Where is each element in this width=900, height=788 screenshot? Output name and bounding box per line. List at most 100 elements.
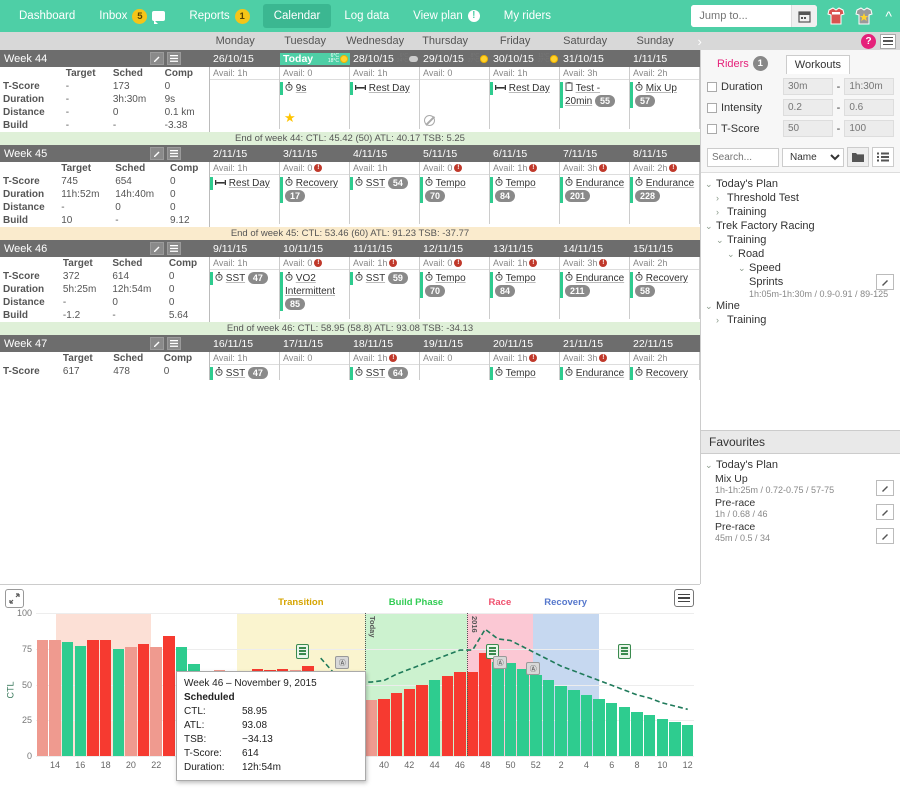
folder-view-button[interactable] [847, 147, 869, 167]
filter-checkbox[interactable] [707, 81, 717, 92]
chart-menu-icon[interactable] [674, 589, 694, 607]
nav-item-log-data[interactable]: Log data [333, 4, 400, 28]
day-cell[interactable]: Avail: 1h SST 47 [210, 257, 280, 319]
tree-node-sprints[interactable]: Sprints [701, 274, 900, 290]
chart-bar[interactable] [580, 694, 593, 756]
day-cell[interactable]: Avail: 0 [420, 352, 490, 380]
chevron-right-icon[interactable]: › [716, 207, 727, 217]
edit-icon[interactable] [876, 528, 894, 544]
date-cell[interactable]: 11/11/15 [350, 243, 420, 255]
nav-item-inbox[interactable]: Inbox 5 [88, 3, 176, 30]
week-notes-icon[interactable] [167, 52, 181, 65]
tree-node-threshold-test[interactable]: › Threshold Test [701, 191, 900, 205]
date-cell[interactable]: 6/11/15 [490, 148, 560, 160]
chart-bar[interactable] [656, 718, 669, 756]
chevron-down-icon[interactable]: ⌄ [738, 263, 749, 274]
day-cell[interactable]: Avail: 2h Recovery 58 [630, 352, 700, 380]
help-icon[interactable]: ? [861, 33, 876, 49]
day-cell[interactable]: Avail: 0 9s ★ [280, 67, 350, 129]
date-cell[interactable]: 12/11/15 [420, 243, 490, 255]
filter-min-input[interactable] [783, 99, 833, 116]
day-cell[interactable]: Avail: 0! Recovery 17 [280, 162, 350, 224]
day-cell[interactable]: Avail: 3h! Endurance 201 [560, 162, 630, 224]
date-cell[interactable]: 22/11/15 [630, 338, 700, 350]
day-cell[interactable]: Avail: 3h! Endurance 211 [560, 257, 630, 319]
chart-bar[interactable] [530, 674, 542, 756]
nav-item-calendar[interactable]: Calendar [262, 4, 332, 28]
favourite-item[interactable]: Mix Up 1h-1h:25m / 0.72-0.75 / 57-75 [701, 472, 900, 496]
filter-min-input[interactable] [783, 120, 833, 137]
chart-bar[interactable] [618, 707, 631, 756]
day-cell[interactable]: Avail: 1h Rest Day [350, 67, 420, 129]
chevron-right-icon[interactable]: › [716, 315, 727, 325]
chart-bar[interactable] [542, 680, 555, 756]
edit-icon[interactable] [876, 480, 894, 496]
chevron-down-icon[interactable]: ⌄ [705, 301, 716, 312]
day-cell[interactable]: Avail: 3h! Endurance [560, 352, 630, 380]
chart-race-icon[interactable]: Ⓐ [526, 662, 541, 676]
workout-entry[interactable]: SST 47 [210, 365, 279, 380]
chart-bar[interactable] [112, 648, 124, 756]
sort-select[interactable]: NameDurationIntensityT-Score [782, 147, 844, 167]
workout-entry[interactable]: Tempo 84 [490, 270, 559, 300]
chart-bar[interactable] [479, 653, 491, 756]
edit-icon[interactable] [876, 504, 894, 520]
nav-item-my-riders[interactable]: My riders [493, 4, 562, 28]
chevron-right-icon[interactable]: › [716, 193, 727, 203]
tree-node-training[interactable]: › Training [701, 313, 900, 327]
filter-checkbox[interactable] [707, 123, 717, 134]
day-cell[interactable]: Avail: 2h Recovery 58 [630, 257, 700, 319]
day-cell[interactable]: Avail: 0 [420, 67, 490, 129]
workout-entry[interactable]: Endurance [560, 365, 629, 380]
day-cell[interactable]: Avail: 1h [210, 67, 280, 129]
workout-entry[interactable]: Mix Up 57 [630, 80, 699, 110]
date-cell[interactable]: 14/11/15 [560, 243, 630, 255]
day-cell[interactable]: Avail: 0! Tempo 70 [420, 257, 490, 319]
chart-bar[interactable] [492, 661, 504, 756]
search-input[interactable] [707, 147, 779, 167]
chart-bar[interactable] [163, 635, 175, 756]
workout-entry[interactable]: Recovery 58 [630, 270, 699, 300]
day-cell[interactable]: Avail: 1h Rest Day [490, 67, 560, 129]
chart-bar[interactable] [606, 703, 618, 756]
workout-entry[interactable]: 9s [280, 80, 349, 97]
chevron-down-icon[interactable]: ⌄ [705, 221, 716, 232]
filter-checkbox[interactable] [707, 102, 717, 113]
tree-node-training[interactable]: ⌄ Training [701, 233, 900, 247]
day-cell[interactable]: Avail: 0! Tempo 70 [420, 162, 490, 224]
chart-clipboard-icon[interactable] [618, 644, 632, 660]
chart-bar[interactable] [428, 680, 441, 756]
chart-bar[interactable] [74, 645, 86, 756]
tree-node-today-s-plan[interactable]: ⌄ Today's Plan [701, 177, 900, 191]
edit-icon[interactable] [876, 274, 894, 290]
chart-bar[interactable] [631, 711, 643, 756]
workout-entry[interactable]: Tempo 88 [490, 365, 559, 380]
collapse-chevron-icon[interactable]: ^ [885, 8, 892, 24]
date-cell[interactable]: 5/11/15 [420, 148, 490, 160]
message-icon[interactable] [152, 11, 166, 24]
day-cell[interactable]: Avail: 0 [280, 352, 350, 380]
chart-bar[interactable] [416, 684, 428, 756]
tab-riders[interactable]: Riders 1 [709, 53, 776, 74]
chart-bar[interactable] [36, 640, 49, 756]
date-cell[interactable]: 19/11/15 [420, 338, 490, 350]
day-cell[interactable]: Avail: 1h! SST 59 [350, 257, 420, 319]
chevron-down-icon[interactable]: ⌄ [705, 460, 716, 471]
workout-entry[interactable]: Rest Day [490, 80, 559, 97]
date-cell[interactable]: 3/11/15 [280, 148, 350, 160]
chart-race-icon[interactable]: Ⓐ [493, 655, 508, 669]
chart-bar[interactable] [403, 688, 415, 756]
date-cell[interactable]: 17/11/15 [280, 338, 350, 350]
nav-item-dashboard[interactable]: Dashboard [8, 4, 86, 28]
workout-entry[interactable]: Recovery 58 [630, 365, 699, 380]
chart-bar[interactable] [125, 647, 137, 756]
date-cell[interactable]: 10/11/15 [280, 243, 350, 255]
nav-item-view-plan[interactable]: View plan! [402, 4, 491, 28]
workout-entry[interactable]: Endurance 201 [560, 175, 629, 205]
chart-bar[interactable] [643, 714, 656, 756]
favourites-group[interactable]: ⌄ Today's Plan [701, 458, 900, 472]
filter-max-input[interactable] [844, 120, 895, 137]
calendar-picker-button[interactable] [791, 5, 818, 27]
date-cell[interactable]: 20/11/15 [490, 338, 560, 350]
jump-to-input[interactable] [691, 5, 792, 27]
